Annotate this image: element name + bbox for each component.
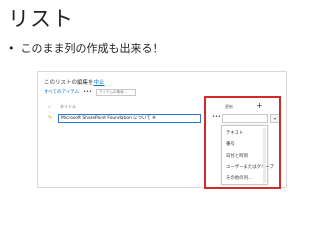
view-more-icon[interactable]: •••: [83, 89, 92, 95]
all-items-view-link[interactable]: すべてのアイテム: [44, 89, 79, 95]
stop-editing-link[interactable]: 中止: [94, 80, 105, 86]
edit-pencil-icon: ✎: [48, 115, 53, 121]
search-input[interactable]: [95, 88, 136, 96]
row-title-cell[interactable]: Microsoft SharePoint Foundation について ※: [58, 114, 201, 123]
highlight-box: [204, 96, 281, 189]
edit-header: このリストの編集を中止: [44, 78, 105, 86]
view-row: すべてのアイテム •••: [44, 88, 136, 96]
bullet-text: このまま列の作成も出来る！: [20, 42, 164, 55]
bullet-line: • このまま列の作成も出来る！: [8, 42, 164, 56]
column-title-header[interactable]: タイトル: [60, 104, 76, 110]
slide-title: リスト: [8, 7, 74, 31]
bullet-dot: •: [8, 42, 15, 55]
edit-prefix: このリストの編集を: [44, 80, 94, 86]
select-all-check-icon[interactable]: ✓: [48, 104, 51, 109]
